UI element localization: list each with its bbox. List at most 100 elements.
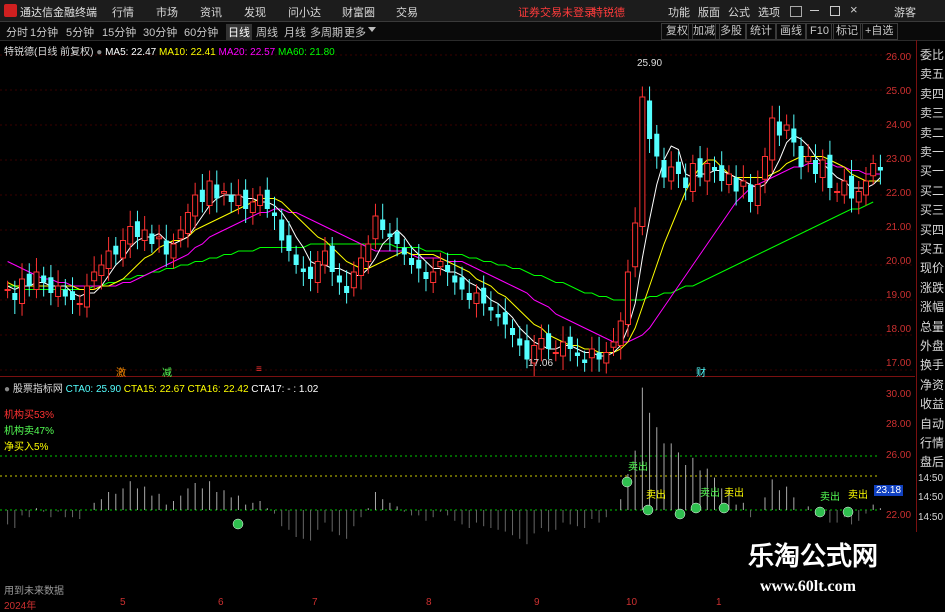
- candle[interactable]: [819, 159, 826, 178]
- candle[interactable]: [206, 180, 213, 206]
- signal-marker[interactable]: [642, 504, 654, 516]
- candle[interactable]: [192, 194, 199, 217]
- candle[interactable]: [372, 215, 379, 240]
- candle[interactable]: [769, 117, 776, 161]
- sidebar-item[interactable]: 买三: [920, 201, 944, 218]
- candle[interactable]: [596, 352, 602, 360]
- candle[interactable]: [510, 328, 516, 335]
- sidebar-item[interactable]: 收益: [920, 395, 944, 412]
- candle[interactable]: [588, 348, 595, 359]
- candle[interactable]: [452, 275, 458, 283]
- menu-ask[interactable]: 问小达: [288, 4, 321, 20]
- candle[interactable]: [675, 161, 681, 174]
- period-multi[interactable]: 多周期: [310, 24, 343, 40]
- candle[interactable]: [33, 271, 40, 290]
- candle[interactable]: [855, 191, 862, 203]
- candle[interactable]: [668, 166, 675, 182]
- signal-marker[interactable]: [674, 508, 686, 520]
- close-icon[interactable]: ×: [850, 2, 858, 17]
- candle[interactable]: [4, 289, 11, 291]
- signal-marker[interactable]: [842, 506, 854, 518]
- candle[interactable]: [567, 336, 573, 349]
- candle[interactable]: [321, 250, 329, 266]
- candle[interactable]: [502, 312, 508, 325]
- candle[interactable]: [495, 314, 501, 318]
- period-daily[interactable]: 日线: [226, 24, 252, 40]
- period-5min[interactable]: 5分钟: [66, 24, 94, 40]
- candle[interactable]: [26, 273, 32, 286]
- candle[interactable]: [740, 180, 747, 187]
- sidebar-item[interactable]: 卖二: [920, 124, 944, 141]
- candle[interactable]: [552, 352, 559, 354]
- menu-trade[interactable]: 交易: [396, 4, 418, 20]
- candle[interactable]: [870, 163, 877, 177]
- sidebar-item[interactable]: 盘后: [920, 453, 944, 470]
- period-1min[interactable]: 1分钟: [30, 24, 58, 40]
- candle[interactable]: [119, 240, 127, 259]
- sidebar-item[interactable]: 卖三: [920, 104, 944, 121]
- candle[interactable]: [300, 268, 306, 273]
- candle[interactable]: [574, 352, 580, 357]
- screen-icon[interactable]: [790, 6, 802, 17]
- period-monthly[interactable]: 月线: [284, 24, 306, 40]
- candle[interactable]: [214, 184, 220, 199]
- candle[interactable]: [365, 243, 372, 262]
- candle[interactable]: [149, 233, 155, 245]
- draw-line-button[interactable]: 画线: [775, 23, 807, 40]
- candle[interactable]: [329, 245, 335, 272]
- menu-function[interactable]: 功能: [668, 4, 690, 20]
- candle[interactable]: [279, 219, 285, 241]
- candle[interactable]: [170, 243, 177, 259]
- candle[interactable]: [538, 338, 545, 350]
- candle[interactable]: [91, 271, 98, 282]
- sidebar-item[interactable]: 买四: [920, 221, 944, 238]
- candle[interactable]: [624, 271, 631, 325]
- candle[interactable]: [697, 158, 703, 178]
- event-mark[interactable]: ≡: [256, 364, 262, 375]
- candle[interactable]: [632, 222, 639, 268]
- candle[interactable]: [199, 189, 205, 202]
- candle[interactable]: [754, 184, 761, 206]
- period-60min[interactable]: 60分钟: [184, 24, 218, 40]
- signal-marker[interactable]: [232, 518, 244, 530]
- candle[interactable]: [380, 219, 386, 231]
- candle[interactable]: [603, 352, 610, 364]
- event-mark[interactable]: 财: [696, 364, 706, 379]
- settings-dot-icon[interactable]: ●: [96, 47, 102, 58]
- sidebar-item[interactable]: 总量: [920, 318, 944, 335]
- multi-stock-button[interactable]: 多股: [715, 23, 747, 40]
- period-30min[interactable]: 30分钟: [143, 24, 177, 40]
- candle[interactable]: [257, 194, 264, 206]
- menu-discover[interactable]: 发现: [244, 4, 266, 20]
- sidebar-item[interactable]: 卖一: [920, 143, 944, 160]
- candle[interactable]: [582, 359, 588, 364]
- minimize-icon[interactable]: [810, 10, 819, 11]
- signal-marker[interactable]: [814, 506, 826, 518]
- menu-formula[interactable]: 公式: [728, 4, 750, 20]
- candle[interactable]: [314, 261, 321, 283]
- guest-user[interactable]: 游客: [894, 4, 916, 20]
- candle[interactable]: [748, 184, 754, 203]
- candle[interactable]: [409, 258, 415, 265]
- candle[interactable]: [473, 292, 480, 304]
- menu-wealth[interactable]: 财富圈: [342, 4, 375, 20]
- add-watchlist-button[interactable]: +自选: [860, 23, 899, 40]
- candle[interactable]: [805, 156, 812, 163]
- candle[interactable]: [62, 289, 68, 297]
- candle[interactable]: [617, 320, 624, 346]
- chevron-down-icon[interactable]: [368, 27, 376, 32]
- candle[interactable]: [661, 160, 667, 178]
- menu-quotes[interactable]: 行情: [112, 4, 134, 20]
- sidebar-item[interactable]: 14:50: [918, 473, 943, 484]
- sidebar-item[interactable]: 卖四: [920, 85, 944, 102]
- candle[interactable]: [177, 229, 184, 240]
- candle[interactable]: [350, 271, 357, 289]
- candle[interactable]: [293, 254, 299, 266]
- signal-marker[interactable]: [718, 502, 730, 514]
- sidebar-item[interactable]: 买一: [920, 162, 944, 179]
- candle[interactable]: [228, 195, 234, 202]
- settings-dot-icon[interactable]: ●: [4, 384, 10, 395]
- mark-button[interactable]: 标记: [831, 23, 863, 40]
- signal-marker[interactable]: [690, 502, 702, 514]
- candle[interactable]: [791, 128, 797, 143]
